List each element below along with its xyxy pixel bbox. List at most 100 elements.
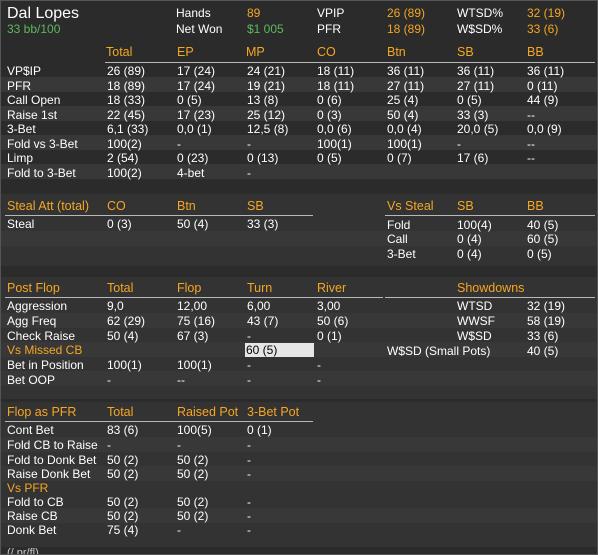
player-stats-panel: Dal Lopes 33 bb/100 Hands 89 Net Won $1 … <box>0 0 598 555</box>
preflop-cell: 0,0 (1) <box>177 122 212 136</box>
preflop-cell: 0 (13) <box>247 151 279 165</box>
flop-pfr-row-label: Fold CB to Raise <box>7 438 98 452</box>
showdown-label: WWSF <box>457 314 495 328</box>
postflop-cell: 9,0 <box>107 299 124 313</box>
flop-pfr-title: Flop as PFR <box>7 405 77 419</box>
postflop-cell: 6,00 <box>247 299 271 313</box>
preflop-row-label: Raise 1st <box>7 107 58 122</box>
steal-cell: 0 (3) <box>107 217 132 231</box>
preflop-row-label: Call Open <box>7 93 61 107</box>
preflop-cell: 0 (7) <box>387 151 412 165</box>
vs-pfr-cell: 50 (2) <box>177 495 209 509</box>
preflop-header-btn: Btn <box>387 45 406 59</box>
highlighted-cell[interactable]: 60 (5) <box>245 343 314 357</box>
vs-pfr-cell: 50 (2) <box>107 509 139 523</box>
steal-section-bg <box>1 194 597 266</box>
preflop-cell: 0,0 (9) <box>527 122 562 136</box>
postflop-cell-highlighted: 60 (5) <box>246 343 278 357</box>
flop-pfr-cell: 50 (2) <box>177 452 209 467</box>
vs-steal-header-bb: BB <box>527 199 544 213</box>
showdown-label: WTSD <box>457 299 493 313</box>
postflop-header-underline <box>5 297 383 298</box>
preflop-header-total: Total <box>106 45 133 59</box>
row-stripe <box>1 508 597 523</box>
vs-steal-cell: 0 (4) <box>457 232 482 246</box>
preflop-cell: 17 (23) <box>177 107 216 122</box>
postflop-row-label: Aggression <box>7 299 68 313</box>
vs-steal-title: Vs Steal <box>387 199 434 213</box>
preflop-cell: 17 (24) <box>177 64 216 78</box>
postflop-cell: -- <box>177 372 185 387</box>
preflop-cell: 19 (21) <box>247 78 286 93</box>
vs-pfr-cell: - <box>247 509 251 523</box>
row-stripe <box>1 231 597 246</box>
pfr-value: 18 (89) <box>387 22 426 36</box>
postflop-cell: - <box>247 358 251 372</box>
preflop-cell: 4-bet <box>177 165 205 180</box>
preflop-cell: 33 (3) <box>457 107 489 122</box>
row-stripe <box>1 466 597 481</box>
pfr-label: PFR <box>317 22 341 36</box>
postflop-title: Post Flop <box>7 281 60 295</box>
footer-partial-row: (/ pr/fl) ... ... <box>7 547 64 555</box>
flop-pfr-cell: 50 (2) <box>107 467 139 481</box>
hands-value: 89 <box>247 6 261 20</box>
row-stripe <box>1 77 597 92</box>
postflop-row-label-vs-missed-cb: Vs Missed CB <box>7 343 83 357</box>
flop-pfr-row-label: Cont Bet <box>7 423 54 437</box>
preflop-cell: 0 (23) <box>177 151 209 165</box>
row-stripe <box>1 106 597 121</box>
showdowns-title: Showdowns <box>457 281 525 295</box>
preflop-cell: -- <box>527 107 535 122</box>
preflop-cell: 18 (33) <box>107 93 146 107</box>
flop-pfr-underline <box>5 421 313 422</box>
preflop-cell: 100(2) <box>107 165 142 180</box>
showdown-label: W$SD <box>457 328 492 343</box>
flop-pfr-cell: - <box>247 438 251 452</box>
preflop-cell: 17 (6) <box>457 151 489 165</box>
preflop-cell: 27 (11) <box>387 78 425 93</box>
showdown-value: 40 (5) <box>527 344 559 358</box>
preflop-cell: 0 (6) <box>317 93 342 107</box>
vs-steal-cell: 40 (5) <box>527 217 559 232</box>
row-stripe <box>1 313 597 328</box>
steal-cell: 33 (3) <box>247 217 279 231</box>
postflop-header-river: River <box>317 281 347 295</box>
preflop-cell: 20,0 (5) <box>457 122 499 136</box>
vs-pfr-cell: 50 (2) <box>177 509 209 523</box>
steal-cell: 50 (4) <box>177 217 209 231</box>
preflop-cell: 26 (89) <box>107 64 146 78</box>
postflop-cell: 50 (4) <box>107 328 139 343</box>
flop-pfr-cell: - <box>247 467 251 481</box>
preflop-cell: 18 (11) <box>317 78 355 93</box>
preflop-cell: 36 (11) <box>527 64 565 78</box>
preflop-cell: 44 (9) <box>527 93 559 107</box>
postflop-cell: 50 (6) <box>317 314 349 328</box>
wtsd-value: 32 (19) <box>527 6 566 20</box>
showdowns-underline <box>385 297 595 298</box>
postflop-cell: 0 (1) <box>317 328 342 343</box>
preflop-cell: 27 (11) <box>457 78 495 93</box>
vs-pfr-cell: - <box>247 523 251 537</box>
postflop-row-label: Check Raise <box>7 328 76 343</box>
vs-steal-cell: 0 (4) <box>457 246 482 261</box>
vpip-value: 26 (89) <box>387 6 426 20</box>
flop-pfr-header-raised-pot: Raised Pot <box>177 405 239 419</box>
row-stripe <box>1 135 597 150</box>
postflop-cell: - <box>247 328 251 343</box>
flop-pfr-cell: - <box>107 438 111 452</box>
postflop-header-total: Total <box>107 281 134 295</box>
vs-steal-cell: 60 (5) <box>527 232 559 246</box>
flop-pfr-cell: 100(5) <box>177 423 212 437</box>
postflop-row-label: Bet OOP <box>7 372 56 387</box>
preflop-row-label: Fold to 3-Bet <box>7 165 76 180</box>
vs-pfr-cell: 75 (4) <box>107 523 139 537</box>
preflop-row-label: Fold vs 3-Bet <box>7 136 78 151</box>
vs-pfr-row-label: Donk Bet <box>7 523 57 537</box>
preflop-cell: 0 (5) <box>457 93 482 107</box>
postflop-cell: 100(1) <box>107 358 142 372</box>
showdown-value: 32 (19) <box>527 299 566 313</box>
preflop-header-sb: SB <box>457 45 474 59</box>
steal-header-underline <box>5 215 313 216</box>
preflop-cell: 0 (11) <box>527 78 558 93</box>
